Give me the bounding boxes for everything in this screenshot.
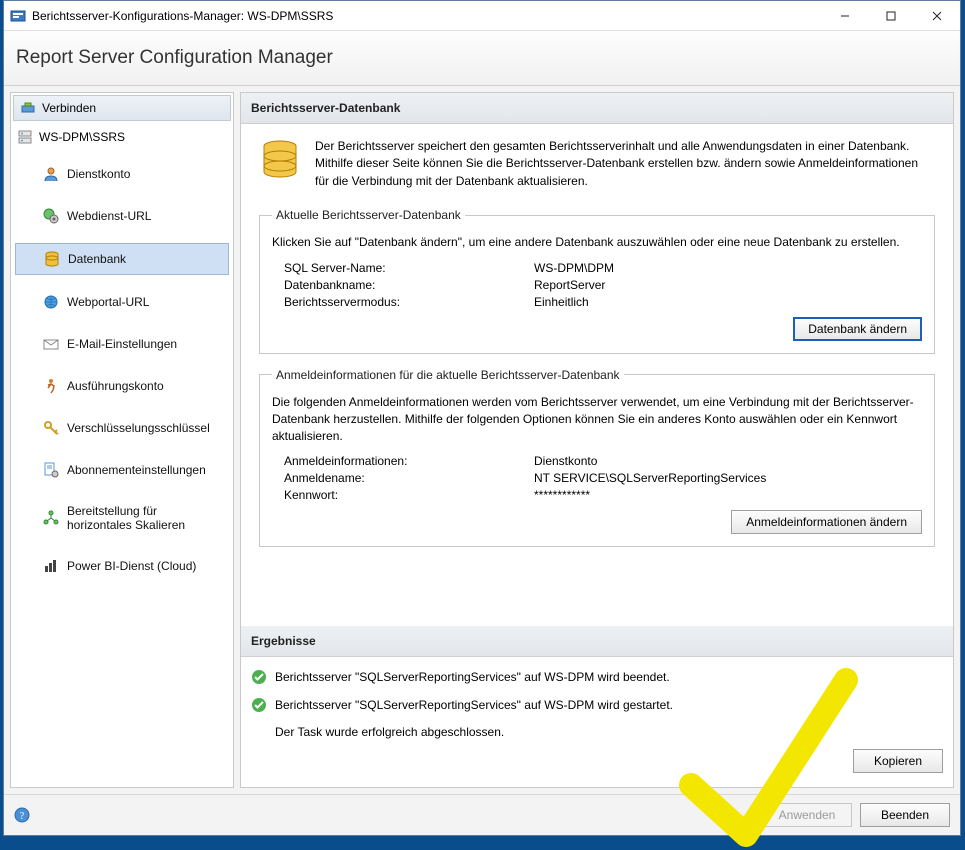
help-icon[interactable]: ?: [14, 807, 30, 823]
connect-label: Verbinden: [42, 101, 96, 115]
mode-value: Einheitlich: [534, 295, 922, 309]
sidebar-item-label: Datenbank: [68, 252, 126, 266]
globe-icon: [43, 294, 59, 310]
success-icon: [251, 669, 267, 685]
app-icon: [10, 8, 26, 24]
intro-text: Der Berichtsserver speichert den gesamte…: [315, 138, 935, 190]
results-container: Ergebnisse Berichtsserver "SQLServerRepo…: [241, 626, 953, 787]
dbname-label: Datenbankname:: [284, 278, 534, 292]
connect-button[interactable]: Verbinden: [13, 95, 231, 121]
runner-icon: [43, 378, 59, 394]
cred-label: Anmeldeinformationen:: [284, 454, 534, 468]
login-value: NT SERVICE\SQLServerReportingServices: [534, 471, 922, 485]
section-header: Berichtsserver-Datenbank: [241, 93, 953, 124]
sidebar-item-powerbi[interactable]: Power BI-Dienst (Cloud): [15, 551, 229, 581]
sidebar-item-encryptionkeys[interactable]: Verschlüsselungsschlüssel: [15, 413, 229, 443]
titlebar: Berichtsserver-Konfigurations-Manager: W…: [4, 1, 960, 31]
close-button[interactable]: [914, 1, 960, 30]
credentials-legend: Anmeldeinformationen für die aktuelle Be…: [272, 368, 624, 382]
sidebar-item-webportal-url[interactable]: Webportal-URL: [15, 287, 229, 317]
sidebar-item-label: Verschlüsselungsschlüssel: [67, 421, 210, 435]
sidebar-item-email[interactable]: E-Mail-Einstellungen: [15, 329, 229, 359]
database-icon: [44, 251, 60, 267]
sidebar-item-label: Dienstkonto: [67, 167, 130, 181]
cred-value: Dienstkonto: [534, 454, 922, 468]
close-icon: [932, 11, 942, 21]
sidebar-item-label: Ausführungskonto: [67, 379, 164, 393]
sql-server-label: SQL Server-Name:: [284, 261, 534, 275]
server-node[interactable]: WS-DPM\SSRS: [11, 127, 233, 147]
copy-button[interactable]: Kopieren: [853, 749, 943, 773]
sidebar-item-subscriptions[interactable]: Abonnementeinstellungen: [15, 455, 229, 485]
database-large-icon: [259, 138, 301, 180]
chart-icon: [43, 558, 59, 574]
results-header: Ergebnisse: [241, 626, 953, 657]
main-content: Der Berichtsserver speichert den gesamte…: [241, 124, 953, 569]
credentials-group: Anmeldeinformationen für die aktuelle Be…: [259, 368, 935, 547]
sidebar-item-dienstkonto[interactable]: Dienstkonto: [15, 159, 229, 189]
credentials-desc: Die folgenden Anmeldeinformationen werde…: [272, 394, 922, 444]
sidebar-item-datenbank[interactable]: Datenbank: [15, 243, 229, 275]
mail-icon: [43, 336, 59, 352]
current-db-legend: Aktuelle Berichtsserver-Datenbank: [272, 208, 465, 222]
main-panel: Berichtsserver-Datenbank Der Berichtsser…: [240, 92, 954, 788]
apply-button: Anwenden: [762, 803, 852, 827]
globe-gear-icon: [43, 208, 59, 224]
footer: ? Anwenden Beenden: [4, 794, 960, 835]
minimize-button[interactable]: [822, 1, 868, 30]
exit-button[interactable]: Beenden: [860, 803, 950, 827]
dbname-value: ReportServer: [534, 278, 922, 292]
current-db-group: Aktuelle Berichtsserver-Datenbank Klicke…: [259, 208, 935, 354]
sidebar-item-label: E-Mail-Einstellungen: [67, 337, 177, 351]
document-gear-icon: [43, 462, 59, 478]
minimize-icon: [840, 11, 850, 21]
app-window: Berichtsserver-Konfigurations-Manager: W…: [3, 0, 961, 836]
sql-server-value: WS-DPM\DPM: [534, 261, 922, 275]
body-area: Verbinden WS-DPM\SSRS Dienstkonto Webdie…: [4, 86, 960, 794]
connect-icon: [20, 100, 36, 116]
password-label: Kennwort:: [284, 488, 534, 502]
maximize-button[interactable]: [868, 1, 914, 30]
success-icon: [251, 697, 267, 713]
sidebar-item-execaccount[interactable]: Ausführungskonto: [15, 371, 229, 401]
key-icon: [43, 420, 59, 436]
window-title: Berichtsserver-Konfigurations-Manager: W…: [32, 9, 822, 23]
result-text: Berichtsserver "SQLServerReportingServic…: [275, 698, 673, 712]
svg-text:?: ?: [20, 811, 25, 822]
network-icon: [43, 510, 59, 526]
change-credentials-button[interactable]: Anmeldeinformationen ändern: [731, 510, 922, 534]
password-value: ************: [534, 488, 922, 502]
current-db-desc: Klicken Sie auf "Datenbank ändern", um e…: [272, 234, 922, 251]
result-row: Berichtsserver "SQLServerReportingServic…: [251, 669, 943, 685]
server-icon: [17, 129, 33, 145]
sidebar-item-label: Power BI-Dienst (Cloud): [67, 559, 196, 573]
sidebar-item-label: Abonnementeinstellungen: [67, 463, 206, 477]
mode-label: Berichtsservermodus:: [284, 295, 534, 309]
sidebar: Verbinden WS-DPM\SSRS Dienstkonto Webdie…: [10, 92, 234, 788]
server-node-label: WS-DPM\SSRS: [39, 130, 125, 144]
sidebar-item-label: Webdienst-URL: [67, 209, 151, 223]
sidebar-item-label: Bereitstellung für horizontales Skaliere…: [67, 504, 223, 532]
sidebar-item-webdienst-url[interactable]: Webdienst-URL: [15, 201, 229, 231]
change-database-button[interactable]: Datenbank ändern: [793, 317, 922, 341]
result-final-text: Der Task wurde erfolgreich abgeschlossen…: [275, 725, 943, 739]
user-icon: [43, 166, 59, 182]
sidebar-item-label: Webportal-URL: [67, 295, 149, 309]
header-bar: Report Server Configuration Manager: [4, 31, 960, 86]
maximize-icon: [886, 11, 896, 21]
sidebar-item-scaleout[interactable]: Bereitstellung für horizontales Skaliere…: [15, 497, 229, 539]
page-title: Report Server Configuration Manager: [16, 47, 333, 69]
login-label: Anmeldename:: [284, 471, 534, 485]
result-text: Berichtsserver "SQLServerReportingServic…: [275, 670, 670, 684]
result-row: Berichtsserver "SQLServerReportingServic…: [251, 697, 943, 713]
